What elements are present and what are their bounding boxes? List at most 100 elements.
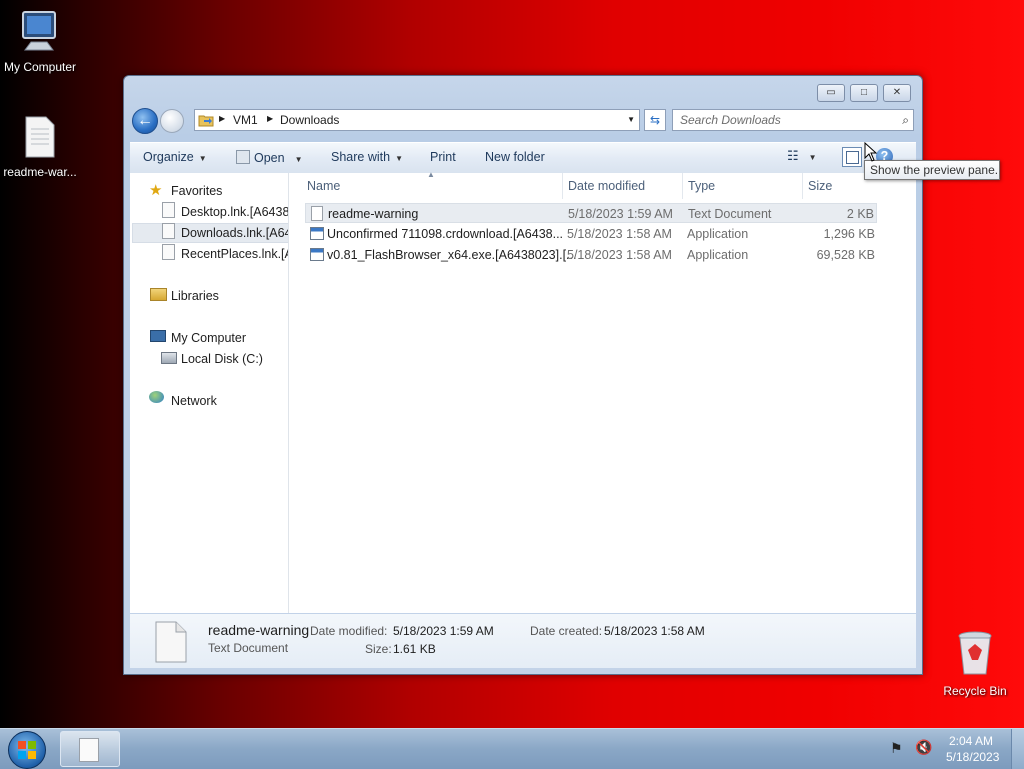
preview-pane-icon <box>846 151 859 164</box>
details-size-value: 1.61 KB <box>393 642 436 656</box>
application-icon <box>310 227 324 240</box>
desktop-icon-recycle-bin[interactable]: Recycle Bin <box>935 630 1015 698</box>
libraries-icon <box>150 288 167 301</box>
breadcrumb-vm1[interactable]: VM1 <box>233 113 258 127</box>
details-created-value: 5/18/2023 1:58 AM <box>604 624 705 638</box>
chevron-down-icon: ▼ <box>395 154 403 163</box>
taskbar-explorer-button[interactable] <box>60 731 120 767</box>
breadcrumb-downloads[interactable]: Downloads <box>280 113 339 127</box>
nav-item-recentplaces-lnk[interactable]: RecentPlaces.lnk.[A6 <box>181 247 288 261</box>
nav-libraries[interactable]: Libraries <box>171 289 219 303</box>
details-created-label: Date created: <box>530 624 603 638</box>
column-divider[interactable] <box>682 173 683 199</box>
desktop-icon-my-computer[interactable]: My Computer <box>0 10 80 74</box>
network-icon <box>149 391 164 403</box>
file-date: 5/18/2023 1:58 AM <box>567 227 672 241</box>
close-button[interactable]: ✕ <box>883 84 911 102</box>
details-modified-label: Date modified: <box>310 624 388 638</box>
file-icon <box>162 223 175 239</box>
details-pane: readme-warning Text Document Date modifi… <box>130 614 916 668</box>
desktop-icon-readme[interactable]: readme-war... <box>0 115 80 179</box>
new-folder-button[interactable]: New folder <box>485 150 545 164</box>
volume-muted-icon[interactable]: 🔇 <box>915 739 932 756</box>
drive-icon <box>161 352 177 364</box>
start-button[interactable] <box>8 731 46 769</box>
breadcrumb-separator-icon: ▶ <box>267 114 274 123</box>
details-file-type: Text Document <box>208 641 289 655</box>
table-row[interactable]: v0.81_FlashBrowser_x64.exe.[A6438023].[.… <box>305 245 877 265</box>
back-arrow-icon: ← <box>137 112 153 129</box>
application-icon <box>310 248 324 261</box>
chevron-down-icon: ▼ <box>198 154 207 163</box>
text-file-icon <box>79 738 99 762</box>
breadcrumb-separator-icon: ▶ <box>219 114 226 123</box>
nav-local-disk[interactable]: Local Disk (C:) <box>181 352 263 366</box>
view-list-icon: ☷ <box>787 148 799 163</box>
nav-item-desktop-lnk[interactable]: Desktop.lnk.[A64380 <box>181 205 288 219</box>
taskbar: ⚑ 🔇 2:04 AM 5/18/2023 <box>0 728 1024 769</box>
minimize-button[interactable]: ▭ <box>817 84 845 102</box>
notepad-icon <box>236 150 250 164</box>
address-bar[interactable]: ▶ VM1 ▶ Downloads ▼ <box>194 109 640 131</box>
chevron-down-icon: ▼ <box>294 155 303 164</box>
column-header-size[interactable]: Size <box>808 179 832 193</box>
forward-button[interactable] <box>160 109 184 133</box>
chevron-down-icon: ▼ <box>808 153 817 162</box>
organize-button[interactable]: Organize ▼ <box>143 150 207 164</box>
table-row[interactable]: Unconfirmed 711098.crdownload.[A6438... … <box>305 224 877 244</box>
organize-label: Organize <box>143 150 194 164</box>
preview-pane-button[interactable] <box>842 147 862 167</box>
details-size-label: Size: <box>365 642 392 656</box>
preview-pane-tooltip: Show the preview pane. <box>864 160 1000 180</box>
open-label: Open <box>254 151 285 165</box>
column-divider[interactable] <box>562 173 563 199</box>
details-file-name: readme-warning <box>208 622 310 638</box>
nav-favorites[interactable]: Favorites <box>171 184 222 198</box>
file-size: 69,528 KB <box>816 248 875 262</box>
column-divider[interactable] <box>802 173 803 199</box>
maximize-button[interactable]: □ <box>850 84 878 102</box>
change-view-button[interactable]: ☷ ▼ <box>787 148 817 164</box>
search-icon[interactable]: ⌕ <box>902 110 909 130</box>
desktop-icon-label: Recycle Bin <box>943 684 1007 698</box>
computer-icon <box>150 330 166 342</box>
table-row[interactable]: readme-warning 5/18/2023 1:59 AM Text Do… <box>305 203 877 223</box>
recycle-bin-icon <box>958 631 992 675</box>
nav-item-downloads-lnk[interactable]: Downloads.lnk.[A64 <box>181 226 288 240</box>
file-name: Unconfirmed 711098.crdownload.[A6438... <box>327 227 564 241</box>
open-button[interactable]: Open ▼ <box>236 150 303 165</box>
column-header-name[interactable]: Name <box>307 179 340 193</box>
details-modified-value: 5/18/2023 1:59 AM <box>393 624 494 638</box>
file-type: Application <box>687 248 749 262</box>
print-button[interactable]: Print <box>430 150 456 164</box>
clock-date[interactable]: 5/18/2023 <box>946 750 999 764</box>
share-with-label: Share with <box>331 150 391 164</box>
computer-icon <box>22 11 56 51</box>
nav-my-computer[interactable]: My Computer <box>171 331 246 345</box>
nav-network[interactable]: Network <box>171 394 217 408</box>
column-header-date[interactable]: Date modified <box>568 179 645 193</box>
desktop-icon-label: readme-war... <box>3 165 77 179</box>
file-icon <box>162 244 175 260</box>
show-desktop-button[interactable] <box>1011 729 1024 769</box>
text-file-icon <box>311 206 323 221</box>
content-area: ★ Favorites Desktop.lnk.[A64380 Download… <box>130 170 916 613</box>
chevron-down-icon[interactable]: ▼ <box>627 115 635 124</box>
navigation-pane: ★ Favorites Desktop.lnk.[A64380 Download… <box>130 173 289 613</box>
file-list: ▲ Name Date modified Type Size readme-wa… <box>289 170 916 613</box>
folder-icon <box>198 115 214 127</box>
refresh-icon: ⇆ <box>649 113 661 127</box>
refresh-button[interactable]: ⇆ <box>644 109 666 131</box>
command-bar: Organize ▼ Open ▼ Share with ▼ Print New fo… <box>130 142 916 174</box>
text-file-icon <box>155 621 187 663</box>
action-center-icon[interactable]: ⚑ <box>890 740 903 757</box>
clock-time[interactable]: 2:04 AM <box>949 734 993 748</box>
search-input[interactable]: Search Downloads ⌕ <box>672 109 914 131</box>
back-button[interactable]: ← <box>132 108 158 134</box>
text-file-icon <box>25 116 55 158</box>
file-size: 1,296 KB <box>823 227 875 241</box>
file-name: readme-warning <box>328 207 419 221</box>
share-with-button[interactable]: Share with ▼ <box>331 150 403 164</box>
column-header-type[interactable]: Type <box>688 179 715 193</box>
mouse-cursor-icon <box>864 142 878 162</box>
